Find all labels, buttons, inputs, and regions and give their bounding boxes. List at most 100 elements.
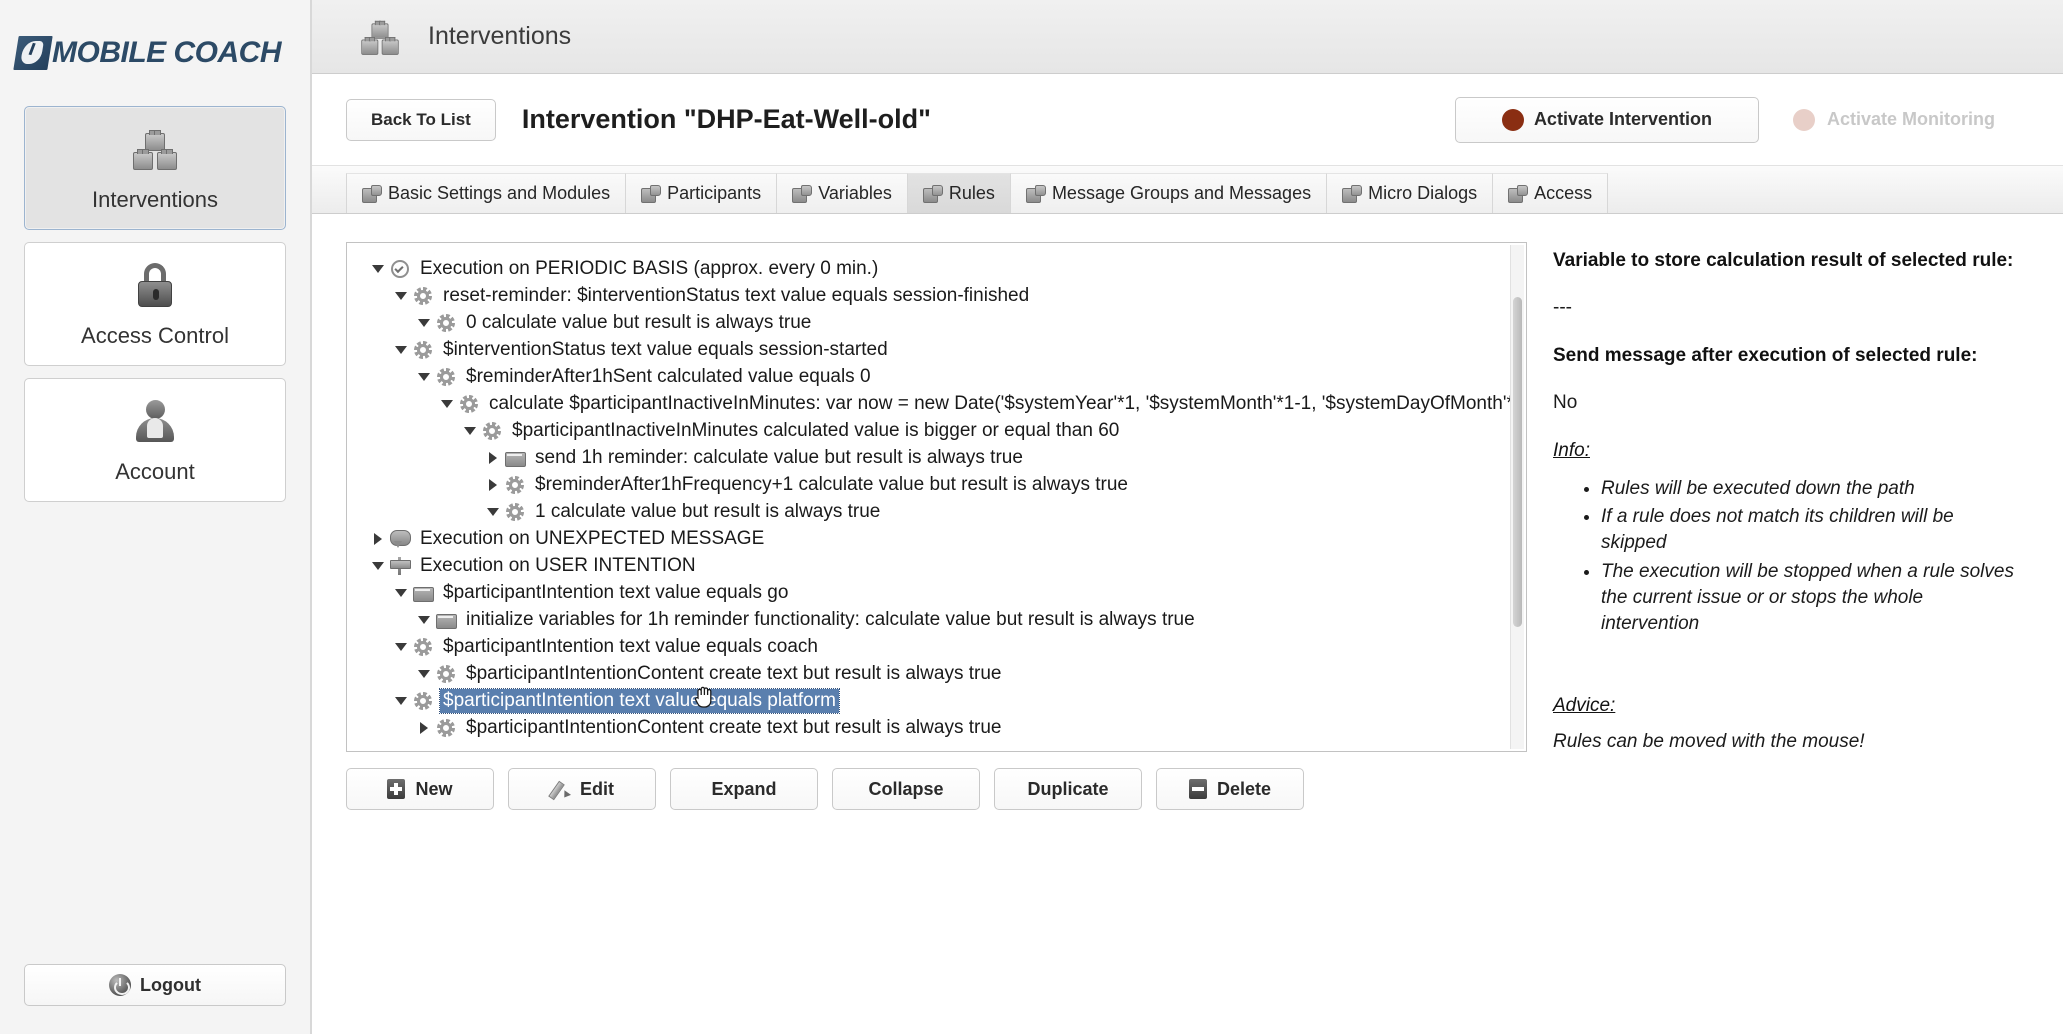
chevron-down-icon[interactable] <box>484 508 501 516</box>
gear-icon <box>435 718 457 738</box>
rules-action-bar: New Edit Expand Collapse Duplicate Delete <box>346 768 1527 810</box>
puzzle-icon <box>792 185 810 203</box>
tree-row[interactable]: send 1h reminder: calculate value but re… <box>347 444 1526 471</box>
tab-message-groups-and-messages[interactable]: Message Groups and Messages <box>1010 173 1327 213</box>
chevron-down-icon[interactable] <box>438 400 455 408</box>
tree-row[interactable]: $participantIntentionContent create text… <box>347 660 1526 687</box>
collapse-button[interactable]: Collapse <box>832 768 980 810</box>
mail-icon <box>504 448 526 468</box>
sidebar-item-interventions[interactable]: Interventions <box>24 106 286 230</box>
tree-row-label: 1 calculate value but result is always t… <box>532 500 883 524</box>
chevron-down-icon[interactable] <box>392 697 409 705</box>
activate-monitoring-label: Activate Monitoring <box>1827 109 1995 130</box>
tree-row[interactable]: $interventionStatus text value equals se… <box>347 336 1526 363</box>
back-to-list-button[interactable]: Back To List <box>346 99 496 141</box>
tab-label: Variables <box>818 183 892 204</box>
variable-result-label: Variable to store calculation result of … <box>1553 250 2023 272</box>
tab-basic-settings-and-modules[interactable]: Basic Settings and Modules <box>346 173 626 213</box>
mail-icon <box>412 583 434 603</box>
chevron-right-icon[interactable] <box>415 722 432 734</box>
chevron-right-icon[interactable] <box>369 533 386 545</box>
tab-micro-dialogs[interactable]: Micro Dialogs <box>1326 173 1493 213</box>
activate-monitoring-button[interactable]: Activate Monitoring <box>1793 109 2035 131</box>
tab-participants[interactable]: Participants <box>625 173 777 213</box>
logout-label: Logout <box>140 975 201 996</box>
scrollbar-thumb[interactable] <box>1513 297 1522 627</box>
sidebar-item-label: Access Control <box>81 323 229 349</box>
tree-row[interactable]: Execution on UNEXPECTED MESSAGE <box>347 525 1526 552</box>
clock-icon <box>389 259 411 279</box>
intervention-title: Intervention "DHP-Eat-Well-old" <box>522 104 931 135</box>
tree-row[interactable]: initialize variables for 1h reminder fun… <box>347 606 1526 633</box>
tree-row[interactable]: Execution on PERIODIC BASIS (approx. eve… <box>347 255 1526 282</box>
info-panel: Variable to store calculation result of … <box>1527 242 2063 1034</box>
chevron-down-icon[interactable] <box>415 670 432 678</box>
tab-rules[interactable]: Rules <box>907 173 1011 213</box>
delete-button[interactable]: Delete <box>1156 768 1304 810</box>
chevron-down-icon[interactable] <box>369 265 386 273</box>
minus-box-icon <box>1189 779 1207 799</box>
tree-row-label: calculate $participantInactiveInMinutes:… <box>486 392 1526 416</box>
button-label: Edit <box>580 779 614 800</box>
back-to-list-label: Back To List <box>371 110 471 130</box>
gear-icon <box>412 637 434 657</box>
tree-row[interactable]: Execution on USER INTENTION <box>347 552 1526 579</box>
main-area: Interventions Back To List Intervention … <box>312 0 2063 1034</box>
tree-row-label: Execution on PERIODIC BASIS (approx. eve… <box>417 257 881 281</box>
edit-button[interactable]: Edit <box>508 768 656 810</box>
chevron-down-icon[interactable] <box>415 373 432 381</box>
puzzle-icon <box>641 185 659 203</box>
tree-row[interactable]: $participantInactiveInMinutes calculated… <box>347 417 1526 444</box>
chevron-right-icon[interactable] <box>484 479 501 491</box>
tree-row[interactable]: $reminderAfter1hSent calculated value eq… <box>347 363 1526 390</box>
tree-row-label: Execution on UNEXPECTED MESSAGE <box>417 527 767 551</box>
tree-row-label: $participantIntentionContent create text… <box>463 716 1004 740</box>
tree-row[interactable]: $participantIntention text value equals … <box>347 687 1526 714</box>
chevron-down-icon[interactable] <box>461 427 478 435</box>
tree-row[interactable]: calculate $participantInactiveInMinutes:… <box>347 390 1526 417</box>
activate-intervention-label: Activate Intervention <box>1534 109 1712 130</box>
chevron-down-icon[interactable] <box>392 292 409 300</box>
chevron-down-icon[interactable] <box>392 589 409 597</box>
power-icon <box>109 974 131 996</box>
gear-icon <box>481 421 503 441</box>
activate-intervention-button[interactable]: Activate Intervention <box>1455 97 1759 143</box>
blocks-icon <box>129 123 181 175</box>
chevron-down-icon[interactable] <box>392 346 409 354</box>
tree-row-label: $interventionStatus text value equals se… <box>440 338 891 362</box>
sidebar-item-access-control[interactable]: Access Control <box>24 242 286 366</box>
duplicate-button[interactable]: Duplicate <box>994 768 1142 810</box>
puzzle-icon <box>1508 185 1526 203</box>
tree-row-label: $participantIntention text value equals … <box>440 689 839 713</box>
gear-icon <box>435 313 457 333</box>
sidebar: MOBILE COACH Interventions Access Contro… <box>0 0 312 1034</box>
chevron-down-icon[interactable] <box>415 616 432 624</box>
tree-row[interactable]: $participantIntention text value equals … <box>347 633 1526 660</box>
rules-tree[interactable]: Execution on PERIODIC BASIS (approx. eve… <box>347 243 1526 751</box>
tree-vertical-scrollbar[interactable] <box>1510 245 1524 749</box>
tab-access[interactable]: Access <box>1492 173 1608 213</box>
rules-tree-panel: Execution on PERIODIC BASIS (approx. eve… <box>346 242 1527 752</box>
tree-row-label: initialize variables for 1h reminder fun… <box>463 608 1198 632</box>
chevron-down-icon[interactable] <box>415 319 432 327</box>
tree-row[interactable]: $participantIntentionContent create text… <box>347 714 1526 741</box>
tree-row[interactable]: reset-reminder: $interventionStatus text… <box>347 282 1526 309</box>
expand-button[interactable]: Expand <box>670 768 818 810</box>
logout-button[interactable]: Logout <box>24 964 286 1006</box>
info-bullet: The execution will be stopped when a rul… <box>1601 559 2023 638</box>
sidebar-item-label: Account <box>115 459 195 485</box>
tree-row[interactable]: $participantIntention text value equals … <box>347 579 1526 606</box>
plus-box-icon <box>387 779 405 799</box>
tree-row-label: $participantIntention text value equals … <box>440 635 821 659</box>
tree-row[interactable]: 1 calculate value but result is always t… <box>347 498 1526 525</box>
button-label: Expand <box>711 779 776 800</box>
chevron-down-icon[interactable] <box>392 643 409 651</box>
tab-variables[interactable]: Variables <box>776 173 908 213</box>
sidebar-item-label: Interventions <box>92 187 218 213</box>
tree-row[interactable]: $reminderAfter1hFrequency+1 calculate va… <box>347 471 1526 498</box>
new-button[interactable]: New <box>346 768 494 810</box>
chevron-right-icon[interactable] <box>484 452 501 464</box>
chevron-down-icon[interactable] <box>369 562 386 570</box>
tree-row[interactable]: 0 calculate value but result is always t… <box>347 309 1526 336</box>
sidebar-item-account[interactable]: Account <box>24 378 286 502</box>
